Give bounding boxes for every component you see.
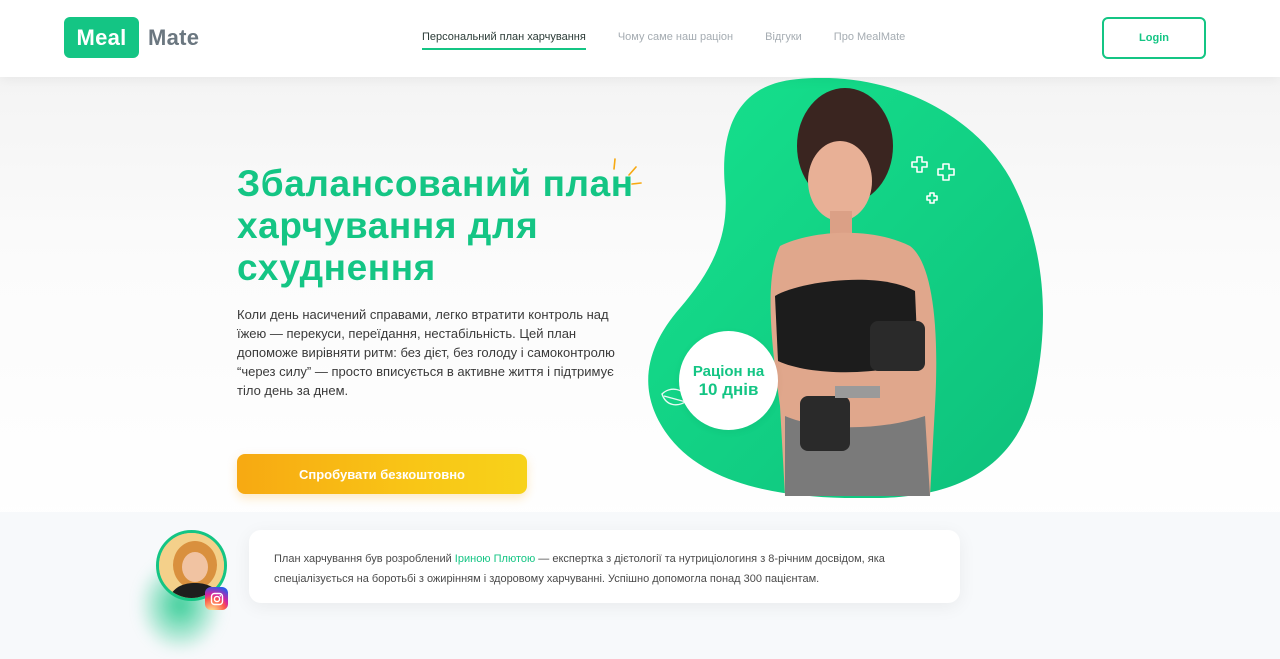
author-name-link[interactable]: Іриною Плютою xyxy=(455,553,535,565)
nav-item-about[interactable]: Про MealMate xyxy=(834,31,906,50)
nav-item-why-our-diet[interactable]: Чому саме наш раціон xyxy=(618,31,733,50)
logo-text: Mate xyxy=(148,24,200,50)
logo-box: Meal xyxy=(64,17,139,58)
hero-description: Коли день насичений справами, легко втра… xyxy=(237,307,615,398)
nav-item-personal-plan[interactable]: Персональний план харчування xyxy=(422,31,586,50)
badge-line-1: Раціон на xyxy=(692,362,765,380)
author-card: План харчування був розроблений Іриною П… xyxy=(249,530,960,603)
main-nav: Персональний план харчування Чому саме н… xyxy=(422,31,937,50)
diet-duration-badge: Раціон на 10 днів xyxy=(679,331,778,430)
fitness-woman-photo xyxy=(770,88,937,496)
author-text-before: План харчування був розроблений xyxy=(274,553,455,565)
logo[interactable]: Meal Mate xyxy=(64,17,199,58)
hero-title: Збалансований план харчування для схудне… xyxy=(237,163,634,288)
site-header: Meal Mate Персональний план харчування Ч… xyxy=(0,0,1280,77)
badge-line-2: 10 днів xyxy=(698,379,759,399)
login-button[interactable]: Login xyxy=(1102,17,1206,59)
instagram-icon[interactable] xyxy=(205,587,228,610)
nav-item-reviews[interactable]: Відгуки xyxy=(765,31,802,50)
try-free-button[interactable]: Спробувати безкоштовно xyxy=(237,454,527,494)
